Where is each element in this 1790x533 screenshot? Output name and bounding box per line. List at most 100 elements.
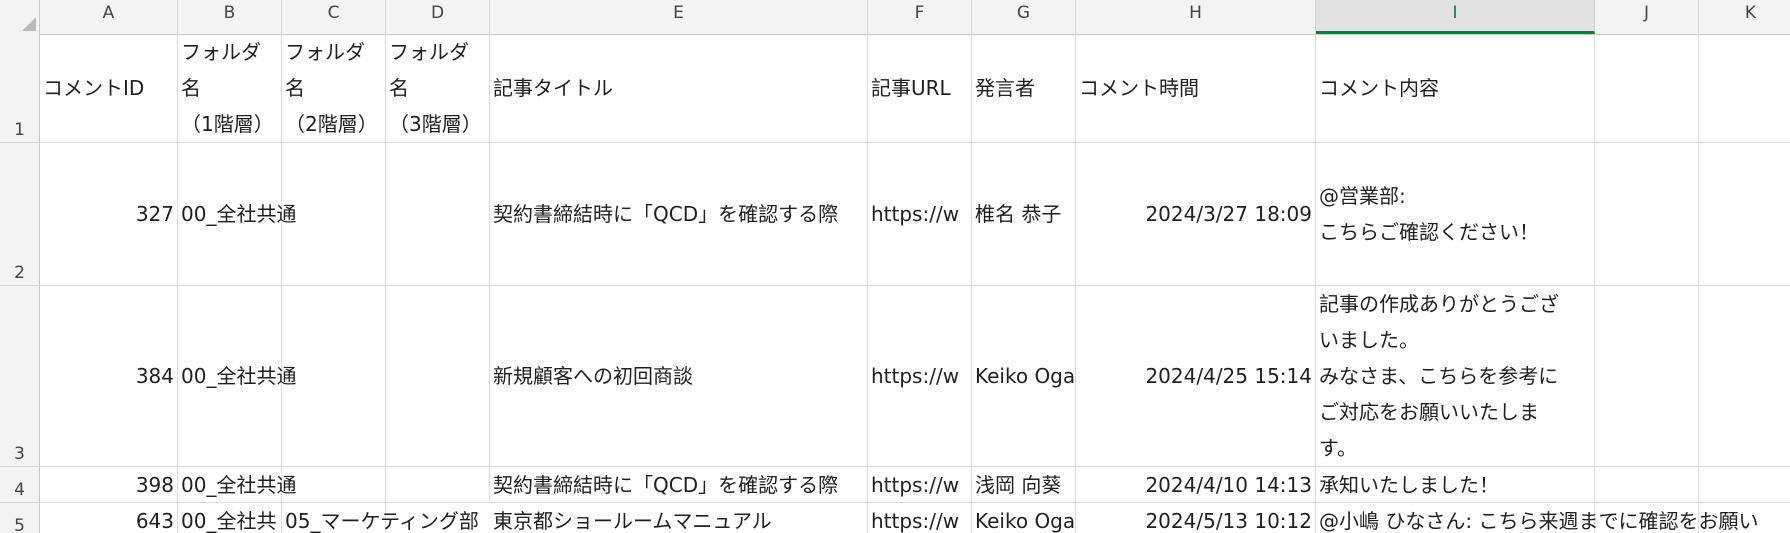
comment-id: 398 [135,473,174,497]
column-header-h[interactable]: H [1076,0,1316,34]
row-header-4[interactable]: 4 [0,467,40,503]
cell-b2[interactable]: 00_全社共通 [178,143,297,286]
folder-level2: 05_マーケティング部 [285,509,479,533]
cell-k4[interactable] [1699,467,1790,503]
header-comment-id: コメントID [43,76,145,100]
row-number: 4 [14,480,25,500]
cell-e5[interactable]: 東京都ショールームマニュアル [490,503,868,533]
cell-e4[interactable]: 契約書締結時に「QCD」を確認する際 [490,467,868,503]
cell-h1[interactable]: コメント時間 [1076,34,1316,143]
column-header-j[interactable]: J [1595,0,1699,34]
cell-j4[interactable] [1595,467,1699,503]
cell-a5[interactable]: 643 [40,503,178,533]
column-header-i[interactable]: I [1316,0,1595,34]
cell-f4[interactable]: https://w [868,467,972,503]
cell-a1[interactable]: コメントID [40,34,178,143]
header-article-title: 記事タイトル [493,76,613,100]
spreadsheet: A B C D E F G H I J K 1 2 3 4 5 コメントID フ… [0,0,1790,533]
article-title: 東京都ショールームマニュアル [493,509,772,533]
cell-d3[interactable] [386,286,490,467]
cell-g2[interactable]: 椎名 恭子 [972,143,1076,286]
cell-i4[interactable]: 承知いたしました！ [1316,467,1595,503]
comment-time: 2024/3/27 18:09 [1145,202,1312,226]
cell-a2[interactable]: 327 [40,143,178,286]
folder-level1: 00_全社共通 [181,202,297,226]
cell-j2[interactable] [1595,143,1699,286]
cell-i5[interactable]: @小嶋 ひなさん: こちら来週までに確認をお願い [1316,503,1758,533]
comment-time: 2024/4/25 15:14 [1145,364,1312,388]
header-folder-level3: フォルダ 名 （3階層） [389,40,482,136]
cell-b5[interactable]: 00_全社共 [178,503,282,533]
row-header-5[interactable]: 5 [0,503,40,533]
header-speaker: 発言者 [975,76,1035,100]
column-header-e[interactable]: E [490,0,868,34]
cell-b3[interactable]: 00_全社共通 [178,286,297,467]
cell-f3[interactable]: https://w [868,286,972,467]
cell-g5[interactable]: Keiko Oga [972,503,1076,533]
cell-g3[interactable]: Keiko Oga [972,286,1076,467]
cell-c4[interactable] [282,467,386,503]
comment-content: @営業部: こちらご確認ください！ [1319,184,1539,244]
cell-c5[interactable]: 05_マーケティング部 [282,503,479,533]
cell-f5[interactable]: https://w [868,503,972,533]
cell-h2[interactable]: 2024/3/27 18:09 [1076,143,1316,286]
cell-h4[interactable]: 2024/4/10 14:13 [1076,467,1316,503]
cell-e1[interactable]: 記事タイトル [490,34,868,143]
speaker: Keiko Oga [975,364,1076,388]
cell-c1[interactable]: フォルダ 名 （2階層） [282,34,386,143]
column-header-a[interactable]: A [40,0,178,34]
cell-e3[interactable]: 新規顧客への初回商談 [490,286,868,467]
cell-c2[interactable] [282,143,386,286]
row-header-1[interactable]: 1 [0,34,40,143]
article-url: https://w [871,509,960,533]
cell-j3[interactable] [1595,286,1699,467]
cell-h5[interactable]: 2024/5/13 10:12 [1076,503,1316,533]
article-title: 契約書締結時に「QCD」を確認する際 [493,202,839,226]
cell-j1[interactable] [1595,34,1699,143]
cell-b1[interactable]: フォルダ 名 （1階層） [178,34,282,143]
cell-e2[interactable]: 契約書締結時に「QCD」を確認する際 [490,143,868,286]
row-number: 5 [14,516,25,533]
article-url: https://w [871,364,960,388]
cell-h3[interactable]: 2024/4/25 15:14 [1076,286,1316,467]
article-title: 新規顧客への初回商談 [493,364,693,388]
article-url: https://w [871,473,960,497]
cell-k3[interactable] [1699,286,1790,467]
header-comment-content: コメント内容 [1319,76,1439,100]
cell-a3[interactable]: 384 [40,286,178,467]
cell-i1[interactable]: コメント内容 [1316,34,1595,143]
cell-a4[interactable]: 398 [40,467,178,503]
folder-level1: 00_全社共通 [181,473,297,497]
comment-content: 承知いたしました！ [1319,473,1499,497]
cell-c3[interactable] [282,286,386,467]
cell-d4[interactable] [386,467,490,503]
cell-d2[interactable] [386,143,490,286]
column-header-c[interactable]: C [282,0,386,34]
cell-d1[interactable]: フォルダ 名 （3階層） [386,34,490,143]
column-header-f[interactable]: F [868,0,972,34]
cell-g1[interactable]: 発言者 [972,34,1076,143]
header-article-url: 記事URL [871,76,951,100]
speaker: Keiko Oga [975,509,1076,533]
row-number: 1 [14,120,25,140]
cell-f2[interactable]: https://w [868,143,972,286]
cell-i2[interactable]: @営業部: こちらご確認ください！ [1316,143,1595,286]
row-header-3[interactable]: 3 [0,286,40,467]
cell-b4[interactable]: 00_全社共通 [178,467,297,503]
column-header-b[interactable]: B [178,0,282,34]
select-all-corner[interactable] [0,0,40,34]
cell-k1[interactable] [1699,34,1790,143]
cell-k2[interactable] [1699,143,1790,286]
header-comment-time: コメント時間 [1079,76,1199,100]
select-all-triangle-icon [22,17,36,31]
comment-id: 384 [135,364,174,388]
cell-f1[interactable]: 記事URL [868,34,972,143]
folder-level1: 00_全社共通 [181,364,297,388]
header-folder-level2: フォルダ 名 （2階層） [285,40,378,136]
column-header-g[interactable]: G [972,0,1076,34]
cell-i3[interactable]: 記事の作成ありがとうござ いました。 みなさま、こちらを参考に ご対応をお願いい… [1316,286,1595,467]
column-header-k[interactable]: K [1699,0,1790,34]
column-header-d[interactable]: D [386,0,490,34]
row-header-2[interactable]: 2 [0,143,40,286]
cell-g4[interactable]: 浅岡 向葵 [972,467,1076,503]
